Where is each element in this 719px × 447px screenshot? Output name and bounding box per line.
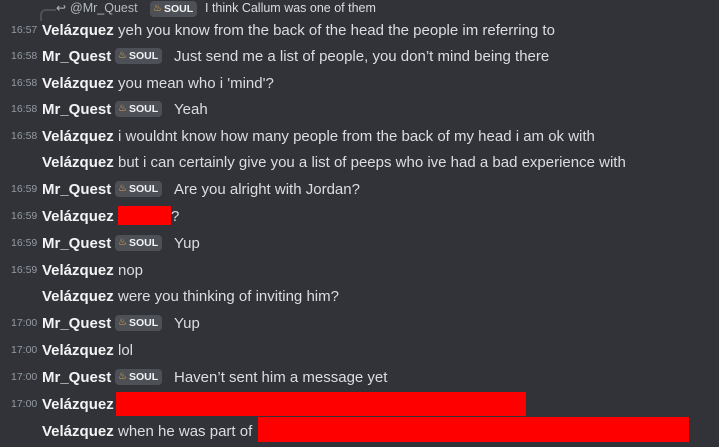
author-name[interactable]: Mr_Quest xyxy=(42,315,111,332)
author-name[interactable]: Velázquez xyxy=(42,22,114,39)
message-row[interactable]: 16:58 Velázquez i wouldnt know how many … xyxy=(0,123,719,149)
badge-label: SOUL xyxy=(128,183,159,195)
message-row[interactable]: 16:59 Mr_Quest ♨ SOUL Are you alright wit… xyxy=(0,176,719,202)
message-row[interactable]: 17:00 Mr_Quest ♨ SOUL Yup xyxy=(0,310,719,336)
timestamp[interactable]: 17:00 xyxy=(11,371,39,383)
message-text: Yup xyxy=(174,234,200,252)
message-row[interactable]: 17:00 Mr_Quest ♨ SOUL Haven’t sent him a … xyxy=(0,364,719,390)
flame-icon: ♨ xyxy=(118,183,127,194)
author-name[interactable]: Velázquez xyxy=(42,128,114,145)
message-text: ? xyxy=(171,207,180,225)
message-row[interactable]: 17:00 Velázquez lol xyxy=(0,337,719,363)
message-row[interactable]: Velázquez but i can certainly give you a… xyxy=(0,149,719,175)
author-name[interactable]: Velázquez xyxy=(42,154,114,171)
message-row[interactable]: 16:58 Velázquez you mean who i 'mind'? xyxy=(0,70,719,96)
author-name[interactable]: Mr_Quest xyxy=(42,369,111,386)
reply-soul-badge: ♨ SOUL xyxy=(150,1,198,17)
badge-label: SOUL xyxy=(128,237,159,249)
message-text: yeh you know from the back of the head t… xyxy=(118,21,555,39)
timestamp[interactable]: 17:00 xyxy=(11,398,39,410)
author-name[interactable]: Mr_Quest xyxy=(42,181,111,198)
message-text: were you thinking of inviting him? xyxy=(118,287,339,305)
redaction-block xyxy=(258,417,689,442)
author-name[interactable]: Mr_Quest xyxy=(42,101,111,118)
author-name[interactable]: Velázquez xyxy=(42,262,114,279)
timestamp[interactable]: 16:59 xyxy=(11,183,39,195)
badge-label: SOUL xyxy=(163,3,194,15)
message-text: nop xyxy=(118,261,144,279)
soul-badge: ♨ SOUL xyxy=(115,315,163,331)
timestamp[interactable]: 16:58 xyxy=(11,130,39,142)
author-name[interactable]: Velázquez xyxy=(42,288,114,305)
reply-arrow-icon: ↩ xyxy=(56,1,67,15)
timestamp[interactable]: 16:59 xyxy=(11,237,39,249)
flame-icon: ♨ xyxy=(153,3,162,14)
message-text: when he was part of xyxy=(118,422,253,440)
message-text: i wouldnt know how many people from the … xyxy=(118,127,595,145)
redaction-block xyxy=(118,206,171,225)
soul-badge: ♨ SOUL xyxy=(115,101,163,117)
flame-icon: ♨ xyxy=(118,317,127,328)
message-text: Yup xyxy=(174,314,200,332)
message-text: Just send me a list of people, you don’t… xyxy=(174,47,550,65)
message-text: Are you alright with Jordan? xyxy=(174,180,360,198)
soul-badge: ♨ SOUL xyxy=(115,369,163,385)
message-text: lol xyxy=(118,341,134,359)
message-text: Haven’t sent him a message yet xyxy=(174,368,388,386)
flame-icon: ♨ xyxy=(118,371,127,382)
reply-reference[interactable]: ↩ @Mr_Quest ♨ SOUL I think Callum was one… xyxy=(0,0,719,21)
badge-label: SOUL xyxy=(128,371,159,383)
flame-icon: ♨ xyxy=(118,50,127,61)
flame-icon: ♨ xyxy=(118,237,127,248)
author-name[interactable]: Velázquez xyxy=(42,75,114,92)
message-row[interactable]: 17:00 Velázquez xyxy=(0,391,719,417)
message-row[interactable]: 16:58 Mr_Quest ♨ SOUL Yeah xyxy=(0,96,719,122)
timestamp[interactable]: 16:58 xyxy=(11,103,39,115)
author-name[interactable]: Mr_Quest xyxy=(42,48,111,65)
timestamp[interactable]: 17:00 xyxy=(11,317,39,329)
soul-badge: ♨ SOUL xyxy=(115,235,163,251)
redaction-block xyxy=(116,392,526,416)
soul-badge: ♨ SOUL xyxy=(115,181,163,197)
message-text: Yeah xyxy=(174,100,208,118)
author-name[interactable]: Velázquez xyxy=(42,396,114,413)
soul-badge: ♨ SOUL xyxy=(115,48,163,64)
timestamp[interactable]: 16:59 xyxy=(11,264,39,276)
timestamp[interactable]: 16:58 xyxy=(11,77,39,89)
message-row[interactable]: 16:59 Velázquez nop xyxy=(0,257,719,283)
message-row[interactable]: 16:59 Mr_Quest ♨ SOUL Yup xyxy=(0,230,719,256)
badge-label: SOUL xyxy=(128,317,159,329)
author-name[interactable]: Velázquez xyxy=(42,342,114,359)
message-text: but i can certainly give you a list of p… xyxy=(118,153,626,171)
reply-text[interactable]: I think Callum was one of them xyxy=(205,1,376,15)
message-text: you mean who i 'mind'? xyxy=(118,74,274,92)
author-name[interactable]: Velázquez xyxy=(42,208,114,225)
message-row[interactable]: 16:59 Velázquez ? xyxy=(0,203,719,229)
timestamp[interactable]: 16:59 xyxy=(11,210,39,222)
author-name[interactable]: Mr_Quest xyxy=(42,235,111,252)
timestamp[interactable]: 16:58 xyxy=(11,50,39,62)
timestamp[interactable]: 16:57 xyxy=(11,24,39,36)
message-row[interactable]: Velázquez were you thinking of inviting … xyxy=(0,283,719,309)
timestamp[interactable]: 17:00 xyxy=(11,344,39,356)
author-name[interactable]: Velázquez xyxy=(42,423,114,440)
badge-label: SOUL xyxy=(128,50,159,62)
message-row[interactable]: Velázquez when he was part of xyxy=(0,417,719,444)
message-row[interactable]: 16:57 Velázquez yeh you know from the ba… xyxy=(0,17,719,43)
reply-author[interactable]: @Mr_Quest xyxy=(70,1,138,15)
badge-label: SOUL xyxy=(128,103,159,115)
message-row[interactable]: 16:58 Mr_Quest ♨ SOUL Just send me a list… xyxy=(0,43,719,69)
flame-icon: ♨ xyxy=(118,103,127,114)
